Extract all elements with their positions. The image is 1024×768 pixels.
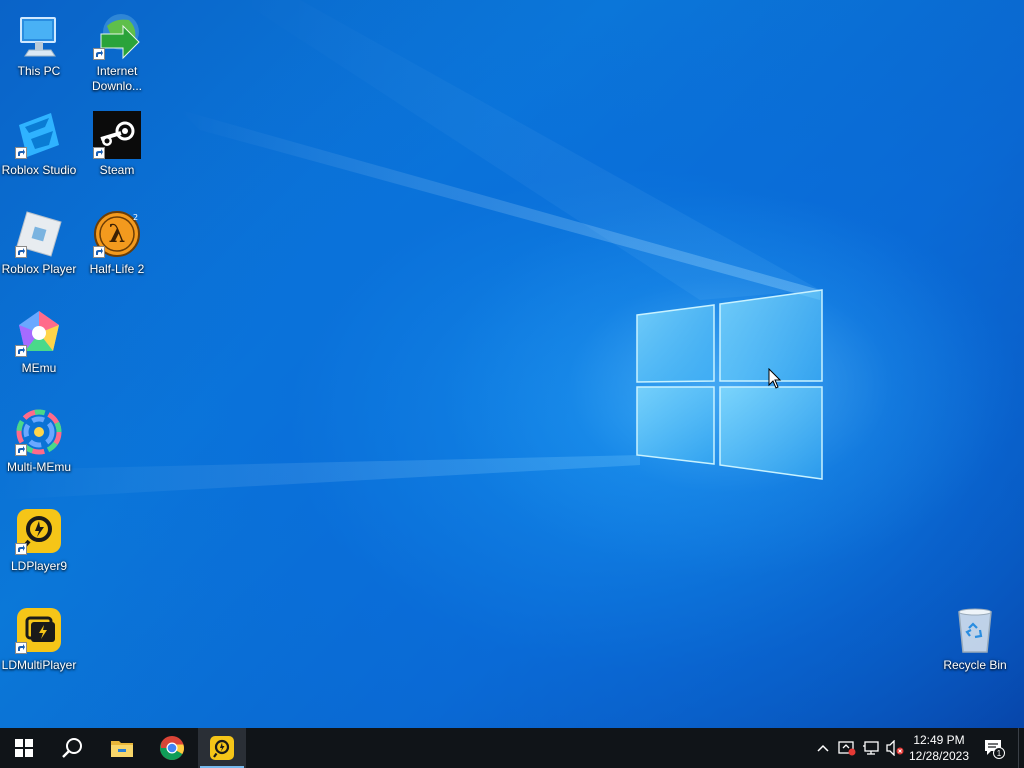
security-warning-icon — [838, 741, 856, 756]
windows-wallpaper-logo — [636, 289, 823, 480]
desktop-icon-label: Roblox Studio — [1, 163, 77, 177]
tray-security[interactable] — [836, 728, 858, 768]
desktop-icon-internet-download-manager[interactable]: Internet Downlo... — [78, 8, 156, 100]
shortcut-arrow-icon — [15, 543, 27, 555]
notification-count: 1 — [997, 749, 1002, 758]
taskbar-clock[interactable]: 12:49 PM 12/28/2023 — [902, 728, 976, 768]
ldmultiplayer-icon — [15, 606, 63, 654]
desktop-icon-recycle-bin[interactable]: Recycle Bin — [936, 602, 1014, 694]
roblox-studio-icon — [15, 111, 63, 159]
tray-network[interactable] — [860, 728, 882, 768]
svg-text:λ: λ — [109, 219, 126, 248]
desktop-icon-label: Half-Life 2 — [89, 262, 145, 276]
shortcut-arrow-icon — [15, 444, 27, 456]
desktop-icon-steam[interactable]: Steam — [78, 107, 156, 199]
half-life-2-icon: λ 2 — [93, 210, 141, 258]
desktop-icon-label: Roblox Player — [1, 262, 77, 276]
shortcut-arrow-icon — [15, 642, 27, 654]
shortcut-arrow-icon — [93, 147, 105, 159]
taskbar-chrome[interactable] — [148, 728, 196, 768]
taskbar-ldplayer[interactable] — [198, 728, 246, 768]
roblox-player-icon — [15, 210, 63, 258]
recycle-bin-icon — [951, 606, 999, 654]
chevron-up-icon — [817, 744, 829, 752]
desktop-icon-memu[interactable]: MEmu — [0, 305, 78, 397]
desktop-icon-ldmultiplayer[interactable]: LDMultiPlayer — [0, 602, 78, 694]
shortcut-arrow-icon — [15, 147, 27, 159]
shortcut-arrow-icon — [93, 246, 105, 258]
desktop[interactable]: This PC Internet Downlo... Roblox Studio — [0, 0, 1024, 728]
chrome-icon — [159, 736, 184, 761]
start-button[interactable] — [0, 728, 48, 768]
memu-icon — [15, 309, 63, 357]
action-center-button[interactable]: 1 — [980, 728, 1008, 768]
multi-memu-icon — [15, 408, 63, 456]
shortcut-arrow-icon — [93, 48, 105, 60]
desktop-icon-roblox-studio[interactable]: Roblox Studio — [0, 107, 78, 199]
mouse-cursor-icon — [768, 368, 782, 389]
computer-icon — [15, 12, 63, 60]
svg-text:2: 2 — [133, 213, 138, 222]
desktop-icon-label: Recycle Bin — [943, 658, 1007, 672]
clock-time: 12:49 PM — [913, 733, 965, 747]
taskbar: 12:49 PM 12/28/2023 1 — [0, 728, 1024, 768]
shortcut-arrow-icon — [15, 345, 27, 357]
file-explorer-icon — [111, 741, 133, 757]
desktop-icon-label: Internet Downlo... — [91, 64, 143, 93]
ldplayer-icon — [15, 507, 63, 555]
desktop-icon-label: This PC — [17, 64, 61, 78]
desktop-icon-label: Steam — [99, 163, 135, 177]
desktop-icon-this-pc[interactable]: This PC — [0, 8, 78, 100]
search-button[interactable] — [48, 728, 96, 768]
desktop-icon-half-life-2[interactable]: λ 2 Half-Life 2 — [78, 206, 156, 298]
desktop-icon-roblox-player[interactable]: Roblox Player — [0, 206, 78, 298]
desktop-icon-label: Multi-MEmu — [6, 460, 71, 474]
search-icon — [62, 738, 82, 758]
shortcut-arrow-icon — [15, 246, 27, 258]
desktop-icon-label: LDMultiPlayer — [1, 658, 77, 672]
desktop-icon-multi-memu[interactable]: Multi-MEmu — [0, 404, 78, 496]
taskbar-file-explorer[interactable] — [98, 728, 146, 768]
ldplayer-icon — [210, 736, 234, 760]
notification-icon: 1 — [985, 740, 1005, 759]
steam-icon — [93, 111, 141, 159]
show-desktop-button[interactable] — [1018, 728, 1024, 768]
show-hidden-icons-button[interactable] — [812, 728, 834, 768]
internet-download-manager-icon — [93, 12, 141, 60]
network-icon — [863, 741, 879, 755]
windows-logo-icon — [15, 739, 33, 757]
desktop-icon-label: MEmu — [21, 361, 57, 375]
desktop-icon-label: LDPlayer9 — [10, 559, 68, 573]
desktop-icon-ldplayer9[interactable]: LDPlayer9 — [0, 503, 78, 595]
clock-date: 12/28/2023 — [908, 749, 970, 763]
